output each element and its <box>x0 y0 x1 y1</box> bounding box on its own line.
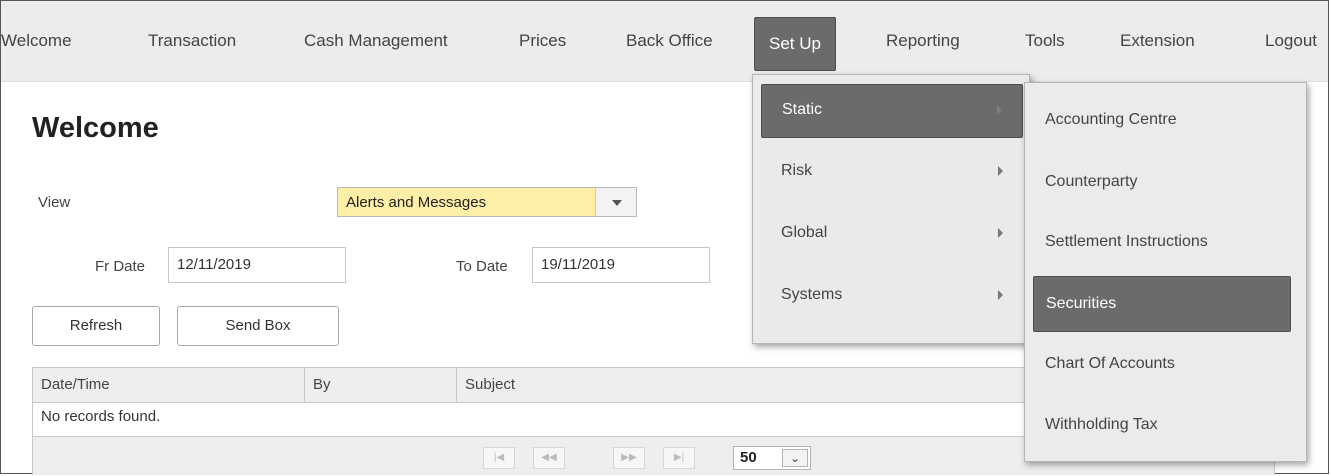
submenu-item-label: Chart Of Accounts <box>1045 355 1175 372</box>
menu-item-risk[interactable]: Risk <box>761 146 1023 200</box>
next-page-button[interactable]: ▶▶ <box>613 447 645 469</box>
fr-date-label: Fr Date <box>95 258 146 275</box>
menu-item-label: Static <box>782 101 823 118</box>
chevron-right-icon <box>998 228 1003 238</box>
submenu-item-label: Withholding Tax <box>1045 416 1158 433</box>
page-size-select[interactable]: 50 ⌄ <box>733 446 811 470</box>
nav-transaction[interactable]: Transaction <box>148 1 236 81</box>
submenu-item-chart-of-accounts[interactable]: Chart Of Accounts <box>1033 337 1291 393</box>
menu-item-static[interactable]: Static <box>761 84 1023 138</box>
page-size-value: 50 <box>740 449 757 466</box>
nav-extension[interactable]: Extension <box>1120 1 1195 81</box>
empty-message: No records found. <box>41 408 161 425</box>
submenu-item-counterparty[interactable]: Counterparty <box>1033 155 1291 211</box>
first-page-button[interactable]: |◀ <box>483 447 515 469</box>
to-date-label: To Date <box>456 258 508 275</box>
to-date-input[interactable]: 19/11/2019 <box>532 247 710 283</box>
submenu-item-label: Settlement Instructions <box>1045 233 1208 250</box>
column-by[interactable]: By <box>305 368 457 402</box>
menu-item-label: Global <box>781 224 828 241</box>
fr-date-input[interactable]: 12/11/2019 <box>168 247 346 283</box>
refresh-button[interactable]: Refresh <box>32 306 160 346</box>
menu-item-global[interactable]: Global <box>761 208 1023 262</box>
menu-item-systems[interactable]: Systems <box>761 270 1023 324</box>
submenu-item-accounting-centre[interactable]: Accounting Centre <box>1033 93 1291 149</box>
nav-cash-management[interactable]: Cash Management <box>304 1 448 81</box>
static-submenu: Accounting Centre Counterparty Settlemen… <box>1024 82 1307 462</box>
nav-reporting[interactable]: Reporting <box>886 1 960 81</box>
menu-item-label: Risk <box>781 162 813 179</box>
view-select[interactable]: Alerts and Messages <box>337 187 637 217</box>
nav-back-office[interactable]: Back Office <box>626 1 713 81</box>
setup-menu: Static Risk Global Systems <box>752 74 1030 344</box>
nav-logout[interactable]: Logout <box>1265 1 1317 81</box>
submenu-item-settlement-instructions[interactable]: Settlement Instructions <box>1033 215 1291 271</box>
nav-welcome[interactable]: Welcome <box>1 1 72 81</box>
submenu-item-label: Securities <box>1046 295 1117 312</box>
page-title: Welcome <box>32 112 159 144</box>
nav-set-up[interactable]: Set Up <box>754 17 836 71</box>
view-dropdown-button[interactable] <box>595 188 636 216</box>
top-nav: Welcome Transaction Cash Management Pric… <box>1 1 1328 82</box>
chevron-down-icon <box>612 200 622 206</box>
prev-page-button[interactable]: ◀◀ <box>533 447 565 469</box>
nav-tools[interactable]: Tools <box>1025 1 1065 81</box>
view-label: View <box>38 194 71 211</box>
chevron-down-icon[interactable]: ⌄ <box>782 449 808 467</box>
chevron-right-icon <box>998 166 1003 176</box>
submenu-item-label: Accounting Centre <box>1045 111 1177 128</box>
nav-prices[interactable]: Prices <box>519 1 566 81</box>
submenu-item-securities[interactable]: Securities <box>1033 276 1291 332</box>
column-date-time[interactable]: Date/Time <box>33 368 305 402</box>
send-box-button[interactable]: Send Box <box>177 306 339 346</box>
chevron-right-icon <box>998 290 1003 300</box>
submenu-item-label: Counterparty <box>1045 173 1138 190</box>
chevron-right-icon <box>997 105 1002 115</box>
view-select-value: Alerts and Messages <box>346 194 487 211</box>
menu-item-label: Systems <box>781 286 843 303</box>
last-page-button[interactable]: ▶| <box>663 447 695 469</box>
submenu-item-withholding-tax[interactable]: Withholding Tax <box>1033 398 1291 454</box>
